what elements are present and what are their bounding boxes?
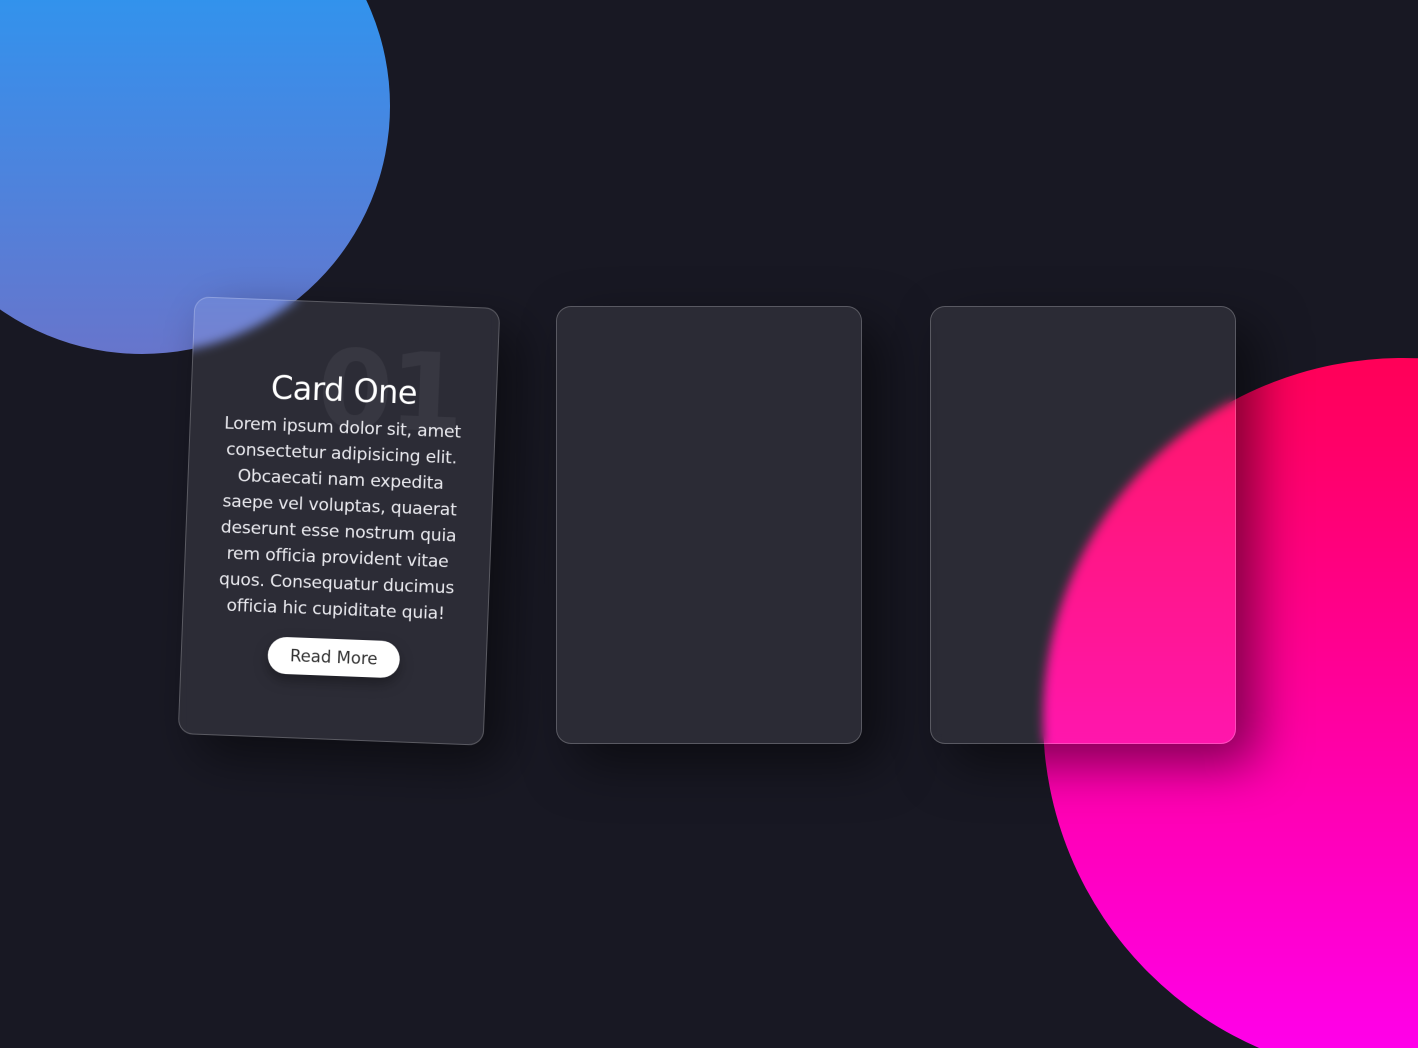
glass-card-three[interactable] — [930, 306, 1236, 744]
read-more-button[interactable]: Read More — [267, 636, 401, 679]
card-content: 01 Card One Lorem ipsum dolor sit, amet … — [179, 297, 500, 744]
card-title: Card One — [270, 368, 418, 412]
card-description: Lorem ipsum dolor sit, amet consectetur … — [218, 413, 462, 625]
glass-card-one[interactable]: 01 Card One Lorem ipsum dolor sit, amet … — [177, 296, 501, 746]
glass-card-two[interactable] — [556, 306, 862, 744]
page-stage: 01 Card One Lorem ipsum dolor sit, amet … — [0, 0, 1418, 1048]
